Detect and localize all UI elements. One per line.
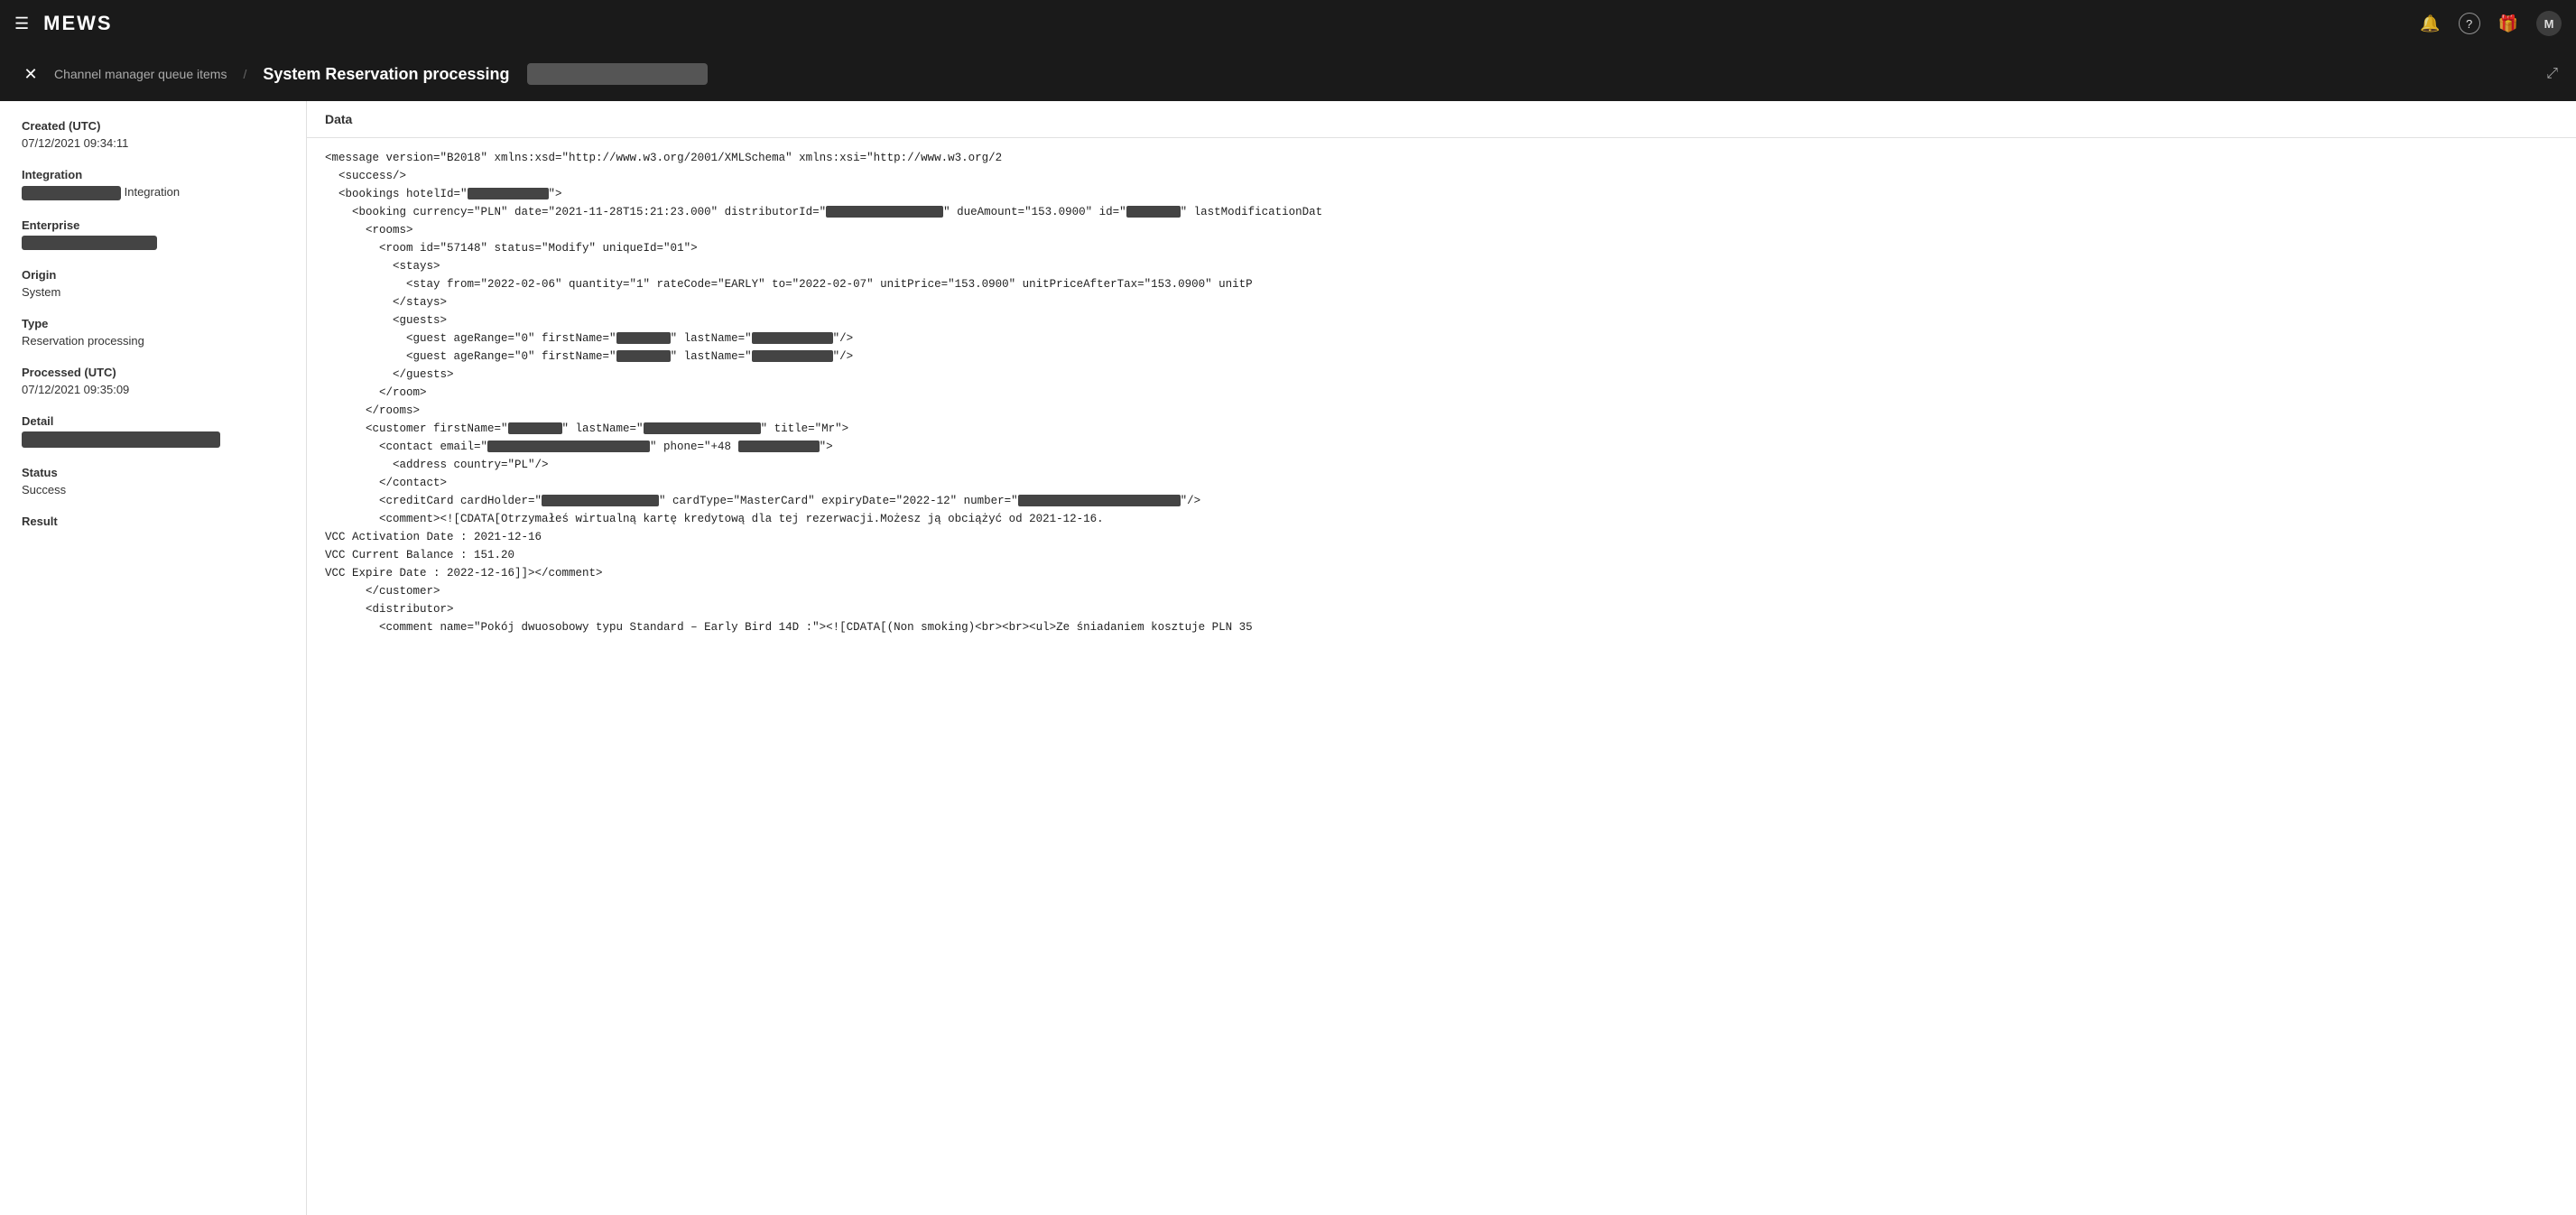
integration-id-redacted bbox=[22, 186, 121, 200]
type-value: Reservation processing bbox=[22, 334, 284, 348]
breadcrumb-separator: / bbox=[243, 67, 246, 81]
processed-section: Processed (UTC) 07/12/2021 09:35:09 bbox=[22, 366, 284, 396]
status-label: Status bbox=[22, 466, 284, 479]
modal-panel: ✕ Channel manager queue items / System R… bbox=[0, 47, 2576, 1215]
detail-redacted bbox=[22, 431, 220, 448]
integration-value: Integration bbox=[22, 185, 284, 200]
type-label: Type bbox=[22, 317, 284, 330]
detail-section: Detail bbox=[22, 414, 284, 448]
origin-label: Origin bbox=[22, 268, 284, 282]
enterprise-value bbox=[22, 236, 284, 251]
xml-content: <message version="B2018" xmlns:xsd="http… bbox=[325, 149, 2558, 636]
data-panel: Data <message version="B2018" xmlns:xsd=… bbox=[307, 101, 2576, 1215]
breadcrumb-link[interactable]: Channel manager queue items bbox=[54, 67, 227, 81]
integration-suffix: Integration bbox=[125, 185, 180, 199]
status-section: Status Success bbox=[22, 466, 284, 496]
enterprise-label: Enterprise bbox=[22, 218, 284, 232]
sidebar-panel: Created (UTC) 07/12/2021 09:34:11 Integr… bbox=[0, 101, 307, 1215]
data-panel-content[interactable]: <message version="B2018" xmlns:xsd="http… bbox=[307, 138, 2576, 1215]
bell-icon[interactable]: 🔔 bbox=[2420, 14, 2440, 33]
expand-icon[interactable]: ⤢ bbox=[2546, 66, 2558, 82]
result-section: Result bbox=[22, 515, 284, 528]
modal-body: Created (UTC) 07/12/2021 09:34:11 Integr… bbox=[0, 101, 2576, 1215]
modal-overlay: ✕ Channel manager queue items / System R… bbox=[0, 47, 2576, 1215]
help-icon[interactable]: ? bbox=[2459, 13, 2480, 34]
detail-label: Detail bbox=[22, 414, 284, 428]
type-section: Type Reservation processing bbox=[22, 317, 284, 348]
result-label: Result bbox=[22, 515, 284, 528]
enterprise-id-redacted bbox=[22, 236, 157, 250]
data-panel-header: Data bbox=[307, 101, 2576, 138]
created-value: 07/12/2021 09:34:11 bbox=[22, 136, 284, 150]
enterprise-section: Enterprise bbox=[22, 218, 284, 251]
avatar-icon[interactable]: M bbox=[2536, 11, 2562, 36]
integration-section: Integration Integration bbox=[22, 168, 284, 200]
top-navigation: ☰ MEWS 🔔 ? 🎁 M bbox=[0, 0, 2576, 47]
detail-value bbox=[22, 431, 284, 448]
processed-label: Processed (UTC) bbox=[22, 366, 284, 379]
integration-label: Integration bbox=[22, 168, 284, 181]
modal-header: ✕ Channel manager queue items / System R… bbox=[0, 47, 2576, 101]
modal-title: System Reservation processing bbox=[263, 65, 509, 84]
brand-logo: MEWS bbox=[43, 12, 112, 35]
processed-value: 07/12/2021 09:35:09 bbox=[22, 383, 284, 396]
modal-title-id-badge bbox=[527, 63, 708, 85]
origin-value: System bbox=[22, 285, 284, 299]
modal-close-button[interactable]: ✕ bbox=[18, 61, 43, 87]
created-section: Created (UTC) 07/12/2021 09:34:11 bbox=[22, 119, 284, 150]
origin-section: Origin System bbox=[22, 268, 284, 299]
hamburger-icon[interactable]: ☰ bbox=[14, 14, 29, 33]
created-label: Created (UTC) bbox=[22, 119, 284, 133]
gift-icon[interactable]: 🎁 bbox=[2498, 14, 2518, 33]
status-value: Success bbox=[22, 483, 284, 496]
